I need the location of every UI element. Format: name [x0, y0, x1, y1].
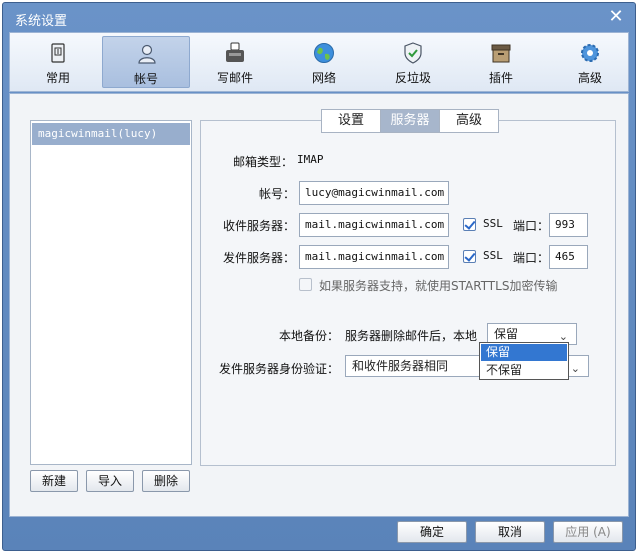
tab-advanced[interactable]: 高级 — [439, 109, 499, 133]
network-icon — [314, 43, 334, 63]
backup-options-popup: 保留 不保留 — [479, 342, 569, 380]
backup-option-keep[interactable]: 保留 — [481, 344, 567, 361]
toolbar-item-plugin[interactable]: 插件 — [457, 36, 545, 88]
auth-dropdown-value: 和收件服务器相同 — [352, 359, 449, 373]
window-title: 系统设置 — [15, 14, 68, 29]
toolbar-label-compose: 写邮件 — [216, 71, 253, 85]
account-list[interactable]: magicwinmail(lucy) — [30, 120, 192, 465]
tab-server[interactable]: 服务器 — [380, 109, 440, 133]
server-settings-panel: 设置 服务器 高级 邮箱类型： IMAP 帐号： lucy@magicwinma… — [200, 109, 616, 466]
antispam-icon — [404, 42, 422, 64]
incoming-ssl-checkbox[interactable] — [463, 218, 476, 231]
import-account-button[interactable]: 导入 — [86, 470, 134, 492]
backup-dropdown-value: 保留 — [494, 327, 519, 341]
compose-icon — [226, 42, 244, 62]
settings-content: magicwinmail(lucy) 新建 导入 删除 设置 服务器 高级 邮箱… — [9, 93, 629, 517]
outgoing-ssl-label: SSL — [483, 249, 503, 262]
toolbar-item-advanced[interactable]: 高级 — [546, 36, 634, 88]
incoming-server-label: 收件服务器： — [222, 219, 295, 233]
title-bar: 系统设置 ✕ — [3, 3, 635, 31]
account-label: 帐号： — [258, 187, 295, 201]
toolbar-label-network: 网络 — [311, 71, 336, 85]
toolbar-item-account[interactable]: 帐号 — [102, 36, 190, 88]
close-icon[interactable]: ✕ — [607, 8, 625, 26]
outgoing-ssl-checkbox[interactable] — [463, 250, 476, 263]
mailbox-type-value: IMAP — [297, 153, 324, 166]
starttls-checkbox[interactable] — [299, 278, 312, 291]
toolbar-item-network[interactable]: 网络 — [280, 36, 368, 88]
plugin-icon — [491, 44, 511, 63]
incoming-ssl-label: SSL — [483, 217, 503, 230]
settings-toolbar: 常用 帐号 写邮件 网络 反垃圾 插件 高级 — [9, 32, 629, 92]
tab-settings[interactable]: 设置 — [321, 109, 381, 133]
toolbar-item-antispam[interactable]: 反垃圾 — [369, 36, 457, 88]
new-account-button[interactable]: 新建 — [30, 470, 78, 492]
toolbar-label-account: 帐号 — [133, 72, 158, 86]
backup-option-discard[interactable]: 不保留 — [481, 362, 567, 379]
auth-label: 发件服务器身份验证： — [219, 362, 340, 376]
mailbox-type-label: 邮箱类型： — [233, 155, 294, 169]
ok-button[interactable]: 确定 — [397, 521, 467, 543]
incoming-port-label: 端口： — [513, 219, 550, 233]
toolbar-item-compose[interactable]: 写邮件 — [191, 36, 279, 88]
apply-button[interactable]: 应用 (A) — [553, 521, 623, 543]
toolbar-label-plugin: 插件 — [488, 71, 513, 85]
settings-window: 系统设置 ✕ 常用 帐号 写邮件 网络 反垃圾 插件 高级 magicwinma… — [2, 2, 636, 551]
dialog-footer: 确定 取消 应用 (A) — [9, 517, 629, 547]
backup-description: 服务器删除邮件后，本地 — [345, 329, 478, 343]
backup-label: 本地备份： — [279, 329, 340, 343]
general-icon — [51, 43, 65, 63]
chevron-down-icon: ⌄ — [570, 362, 580, 375]
outgoing-port-label: 端口： — [513, 251, 550, 265]
toolbar-label-general: 常用 — [45, 71, 70, 85]
incoming-port-field[interactable]: 993 — [549, 213, 588, 237]
advanced-icon — [581, 44, 599, 62]
account-icon — [138, 44, 156, 64]
starttls-label: 如果服务器支持，就使用STARTTLS加密传输 — [319, 279, 558, 293]
toolbar-item-general[interactable]: 常用 — [14, 36, 102, 88]
account-item[interactable]: magicwinmail(lucy) — [32, 123, 190, 145]
outgoing-server-field[interactable]: mail.magicwinmail.com — [299, 245, 449, 269]
cancel-button[interactable]: 取消 — [475, 521, 545, 543]
account-field[interactable]: lucy@magicwinmail.com — [299, 181, 449, 205]
incoming-server-field[interactable]: mail.magicwinmail.com — [299, 213, 449, 237]
toolbar-label-advanced: 高级 — [577, 71, 602, 85]
outgoing-server-label: 发件服务器： — [222, 251, 295, 265]
outgoing-port-field[interactable]: 465 — [549, 245, 588, 269]
toolbar-label-antispam: 反垃圾 — [394, 71, 431, 85]
delete-account-button[interactable]: 删除 — [142, 470, 190, 492]
